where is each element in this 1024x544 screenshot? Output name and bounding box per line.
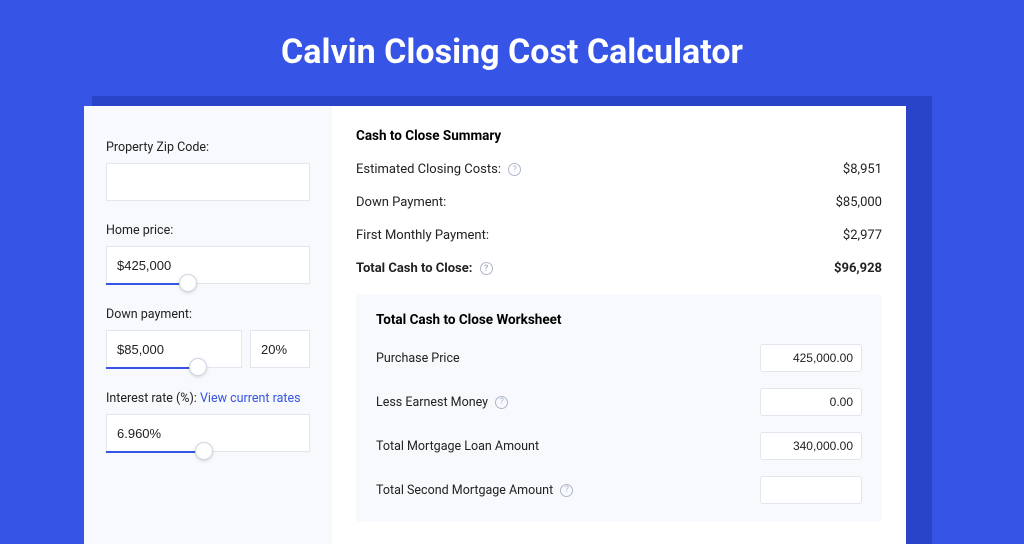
panel-shadow: Property Zip Code: Home price: Down paym… (92, 96, 932, 544)
earnest-money-label: Less Earnest Money (376, 395, 488, 410)
field-down-payment: Down payment: (106, 307, 310, 369)
worksheet-title: Total Cash to Close Worksheet (376, 312, 862, 328)
down-payment-summary-value: $85,000 (836, 195, 882, 210)
down-payment-slider[interactable] (106, 367, 198, 369)
view-current-rates-link[interactable]: View current rates (200, 391, 301, 406)
earnest-money-input[interactable] (760, 388, 862, 416)
help-icon[interactable]: ? (495, 396, 508, 409)
slider-thumb-icon[interactable] (189, 358, 207, 376)
page-title: Calvin Closing Cost Calculator (0, 0, 1024, 96)
row-total-mortgage: Total Mortgage Loan Amount (376, 432, 862, 460)
interest-rate-label: Interest rate (%): View current rates (106, 391, 310, 406)
second-mortgage-input[interactable] (760, 476, 862, 504)
worksheet-panel: Total Cash to Close Worksheet Purchase P… (356, 294, 882, 522)
row-purchase-price: Purchase Price (376, 344, 862, 372)
help-icon[interactable]: ? (480, 262, 493, 275)
summary-title: Cash to Close Summary (356, 128, 882, 144)
row-estimated-closing-costs: Estimated Closing Costs: ? $8,951 (356, 162, 882, 177)
slider-thumb-icon[interactable] (179, 274, 197, 292)
purchase-price-input[interactable] (760, 344, 862, 372)
down-payment-summary-label: Down Payment: (356, 195, 446, 210)
field-home-price: Home price: (106, 223, 310, 285)
field-zip: Property Zip Code: (106, 140, 310, 201)
help-icon[interactable]: ? (560, 484, 573, 497)
monthly-label: First Monthly Payment: (356, 228, 489, 243)
zip-label: Property Zip Code: (106, 140, 310, 155)
closing-costs-value: $8,951 (843, 162, 882, 177)
inputs-column: Property Zip Code: Home price: Down paym… (84, 106, 332, 544)
zip-input[interactable] (106, 163, 310, 201)
down-payment-input[interactable] (106, 330, 242, 368)
home-price-slider[interactable] (106, 283, 188, 285)
home-price-label: Home price: (106, 223, 310, 238)
row-earnest-money: Less Earnest Money ? (376, 388, 862, 416)
home-price-input[interactable] (106, 246, 310, 284)
total-cash-value: $96,928 (834, 261, 882, 276)
help-icon[interactable]: ? (508, 163, 521, 176)
interest-rate-label-text: Interest rate (%): (106, 391, 197, 406)
monthly-value: $2,977 (843, 228, 882, 243)
row-down-payment: Down Payment: $85,000 (356, 195, 882, 210)
closing-costs-label: Estimated Closing Costs: (356, 162, 501, 177)
total-mortgage-label: Total Mortgage Loan Amount (376, 439, 539, 454)
field-interest-rate: Interest rate (%): View current rates (106, 391, 310, 453)
row-second-mortgage: Total Second Mortgage Amount ? (376, 476, 862, 504)
calculator-panel: Property Zip Code: Home price: Down paym… (84, 106, 906, 544)
slider-thumb-icon[interactable] (195, 442, 213, 460)
second-mortgage-label: Total Second Mortgage Amount (376, 483, 553, 498)
total-mortgage-input[interactable] (760, 432, 862, 460)
down-payment-label: Down payment: (106, 307, 310, 322)
row-first-monthly: First Monthly Payment: $2,977 (356, 228, 882, 243)
down-payment-pct-input[interactable] (250, 330, 310, 368)
purchase-price-label: Purchase Price (376, 351, 460, 366)
interest-rate-slider[interactable] (106, 451, 204, 453)
row-total-cash: Total Cash to Close: ? $96,928 (356, 261, 882, 276)
results-column: Cash to Close Summary Estimated Closing … (332, 106, 906, 544)
total-cash-label: Total Cash to Close: (356, 261, 472, 276)
